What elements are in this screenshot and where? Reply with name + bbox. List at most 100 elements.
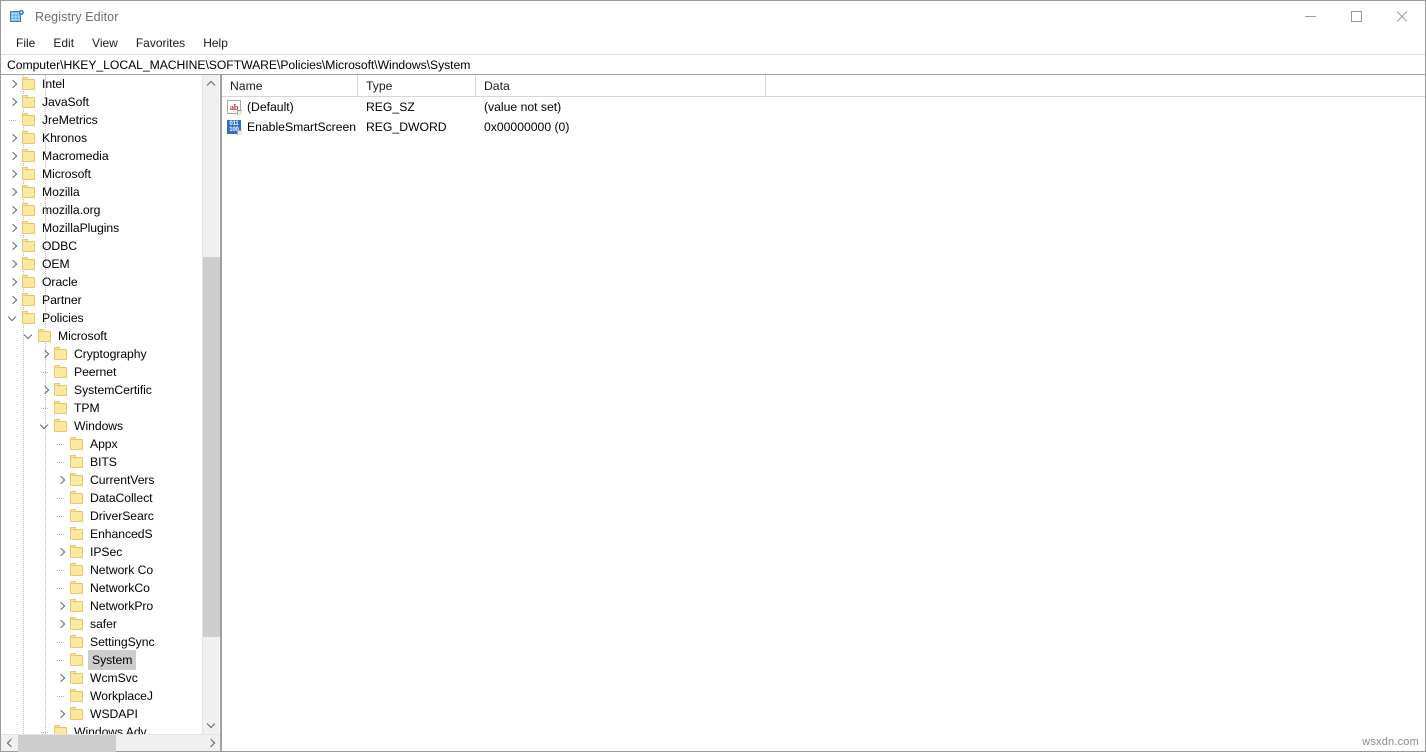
tree-item-windows-adv[interactable]: Windows Adv xyxy=(1,723,197,734)
tree-item-network-co[interactable]: Network Co xyxy=(1,561,197,579)
scroll-right-button[interactable] xyxy=(203,735,220,752)
tree-item-workplacej[interactable]: WorkplaceJ xyxy=(1,687,197,705)
tree-item-odbc[interactable]: ODBC xyxy=(1,237,197,255)
tree-horizontal-scrollbar[interactable] xyxy=(1,734,220,751)
tree-item-systemcertific[interactable]: SystemCertific xyxy=(1,381,197,399)
chevron-right-icon[interactable] xyxy=(5,237,21,255)
hscroll-thumb[interactable] xyxy=(18,735,116,752)
twisty-glyph xyxy=(41,350,50,359)
menu-item-help[interactable]: Help xyxy=(194,33,237,53)
tree-item-appx[interactable]: Appx xyxy=(1,435,197,453)
tree-vertical-scrollbar[interactable] xyxy=(202,75,219,734)
column-header-name[interactable]: Name xyxy=(222,75,358,96)
chevron-right-icon[interactable] xyxy=(53,669,69,687)
tree-item-javasoft[interactable]: JavaSoft xyxy=(1,93,197,111)
chevron-right-icon[interactable] xyxy=(53,615,69,633)
tree-item-datacollect[interactable]: DataCollect xyxy=(1,489,197,507)
maximize-button[interactable] xyxy=(1333,1,1379,32)
chevron-down-icon[interactable] xyxy=(5,309,21,327)
chevron-right-icon[interactable] xyxy=(5,129,21,147)
tree-item-settingsync[interactable]: SettingSync xyxy=(1,633,197,651)
menu-item-favorites[interactable]: Favorites xyxy=(127,33,194,53)
scroll-thumb[interactable] xyxy=(203,257,220,637)
chevron-right-icon[interactable] xyxy=(5,165,21,183)
tree-item-bits[interactable]: BITS xyxy=(1,453,197,471)
tree-item-microsoft[interactable]: Microsoft xyxy=(1,327,197,345)
chevron-right-icon[interactable] xyxy=(5,183,21,201)
tree-item-cryptography[interactable]: Cryptography xyxy=(1,345,197,363)
chevron-right-icon[interactable] xyxy=(5,255,21,273)
tree-item-jremetrics[interactable]: JreMetrics xyxy=(1,111,197,129)
tree-item-mozilla[interactable]: Mozilla xyxy=(1,183,197,201)
twisty-glyph xyxy=(9,170,18,179)
address-bar[interactable]: Computer\HKEY_LOCAL_MACHINE\SOFTWARE\Pol… xyxy=(1,54,1425,75)
value-row[interactable]: ab(Default)REG_SZ(value not set) xyxy=(222,97,1425,117)
chevron-right-icon[interactable] xyxy=(53,597,69,615)
tree-item-ipsec[interactable]: IPSec xyxy=(1,543,197,561)
close-button[interactable] xyxy=(1379,1,1425,32)
tree-item-driversearc[interactable]: DriverSearc xyxy=(1,507,197,525)
registry-tree[interactable]: IntelJavaSoftJreMetricsKhronosMacromedia… xyxy=(1,75,197,734)
tree-item-microsoft[interactable]: Microsoft xyxy=(1,165,197,183)
tree-item-intel[interactable]: Intel xyxy=(1,75,197,93)
tree-item-macromedia[interactable]: Macromedia xyxy=(1,147,197,165)
tree-item-partner[interactable]: Partner xyxy=(1,291,197,309)
tree-item-currentvers[interactable]: CurrentVers xyxy=(1,471,197,489)
tree-item-safer[interactable]: safer xyxy=(1,615,197,633)
tree-item-tpm[interactable]: TPM xyxy=(1,399,197,417)
tree-item-mozillaplugins[interactable]: MozillaPlugins xyxy=(1,219,197,237)
menu-item-view[interactable]: View xyxy=(83,33,127,53)
minimize-icon xyxy=(1305,16,1316,17)
tree-item-peernet[interactable]: Peernet xyxy=(1,363,197,381)
scroll-down-button[interactable] xyxy=(203,717,219,734)
watermark: wsxdn.com xyxy=(1362,736,1419,748)
chevron-right-icon[interactable] xyxy=(5,219,21,237)
chevron-right-icon[interactable] xyxy=(5,75,21,93)
registry-path-text: Computer\HKEY_LOCAL_MACHINE\SOFTWARE\Pol… xyxy=(7,58,470,72)
tree-leaf-stub xyxy=(53,651,69,669)
chevron-right-icon[interactable] xyxy=(5,291,21,309)
menu-item-edit[interactable]: Edit xyxy=(44,33,83,53)
folder-icon xyxy=(21,131,37,145)
chevron-right-icon[interactable] xyxy=(5,93,21,111)
tree-leaf-stub xyxy=(53,579,69,597)
scroll-left-button[interactable] xyxy=(1,735,18,752)
scroll-track[interactable] xyxy=(203,92,219,717)
tree-item-enhanceds[interactable]: EnhancedS xyxy=(1,525,197,543)
scroll-up-button[interactable] xyxy=(203,75,219,92)
chevron-right-icon[interactable] xyxy=(5,201,21,219)
column-header-type[interactable]: Type xyxy=(358,75,476,96)
tree-item-label: Policies xyxy=(42,309,84,327)
chevron-right-icon[interactable] xyxy=(53,705,69,723)
chevron-right-icon[interactable] xyxy=(53,543,69,561)
tree-item-khronos[interactable]: Khronos xyxy=(1,129,197,147)
column-header-data[interactable]: Data xyxy=(476,75,766,96)
tree-item-label: Windows xyxy=(74,417,123,435)
chevron-right-icon[interactable] xyxy=(5,147,21,165)
tree-item-label: BITS xyxy=(90,453,117,471)
tree-item-wcmsvc[interactable]: WcmSvc xyxy=(1,669,197,687)
folder-icon xyxy=(21,167,37,181)
tree-item-windows[interactable]: Windows xyxy=(1,417,197,435)
tree-item-networkpro[interactable]: NetworkPro xyxy=(1,597,197,615)
chevron-down-icon[interactable] xyxy=(37,417,53,435)
values-list[interactable]: ab(Default)REG_SZ(value not set)011100En… xyxy=(222,97,1425,751)
tree-item-networkco[interactable]: NetworkCo xyxy=(1,579,197,597)
menu-item-file[interactable]: File xyxy=(7,33,44,53)
tree-item-wsdapi[interactable]: WSDAPI xyxy=(1,705,197,723)
chevron-right-icon[interactable] xyxy=(53,471,69,489)
value-row[interactable]: 011100EnableSmartScreenREG_DWORD0x000000… xyxy=(222,117,1425,137)
tree-item-oem[interactable]: OEM xyxy=(1,255,197,273)
tree-item-policies[interactable]: Policies xyxy=(1,309,197,327)
chevron-right-icon[interactable] xyxy=(37,381,53,399)
chevron-right-icon[interactable] xyxy=(37,345,53,363)
tree-item-label: DriverSearc xyxy=(90,507,154,525)
chevron-down-icon[interactable] xyxy=(21,327,37,345)
tree-item-mozilla-org[interactable]: mozilla.org xyxy=(1,201,197,219)
tree-item-label: Macromedia xyxy=(42,147,109,165)
tree-item-system[interactable]: System xyxy=(1,651,197,669)
tree-item-oracle[interactable]: Oracle xyxy=(1,273,197,291)
hscroll-track[interactable] xyxy=(18,735,203,752)
chevron-right-icon[interactable] xyxy=(5,273,21,291)
minimize-button[interactable] xyxy=(1287,1,1333,32)
